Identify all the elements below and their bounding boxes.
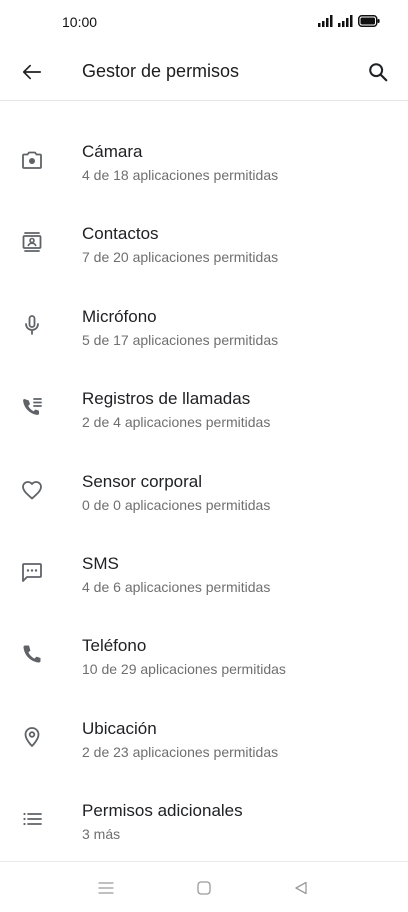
phone-icon [20,642,44,666]
camera-icon [20,148,44,172]
permission-item-call-log[interactable]: Registros de llamadas 2 de 4 aplicacione… [0,371,408,453]
permission-title: SMS [82,553,119,573]
permission-title: Permisos adicionales [82,801,243,821]
permission-subtitle: 0 de 0 aplicaciones permitidas [82,496,271,513]
permission-item-location[interactable]: Ubicación 2 de 23 aplicaciones permitida… [0,701,408,783]
permission-list: Cámara 4 de 18 aplicaciones permitidas C… [0,124,408,866]
navigation-bar [0,861,408,912]
nav-back-button[interactable] [291,878,311,898]
home-icon [196,880,212,896]
permission-title: Sensor corporal [82,471,203,491]
permission-item-microphone[interactable]: Micrófono 5 de 17 aplicaciones permitida… [0,289,408,371]
permission-item-contacts[interactable]: Contactos 7 de 20 aplicaciones permitida… [0,206,408,288]
arrow-back-icon [21,61,43,83]
search-button[interactable] [360,54,396,90]
status-icons [318,15,380,27]
permission-item-camera[interactable]: Cámara 4 de 18 aplicaciones permitidas [0,124,408,206]
permission-title: Cámara [82,142,143,161]
status-time: 10:00 [62,14,98,30]
permission-subtitle: 10 de 29 aplicaciones permitidas [82,661,286,678]
permission-item-body-sensor[interactable]: Sensor corporal 0 de 0 aplicaciones perm… [0,454,408,536]
battery-icon [358,15,380,27]
permission-subtitle: 3 más [82,826,121,843]
permission-title: Micrófono [82,306,157,326]
permission-title: Teléfono [82,636,147,656]
permission-subtitle: 4 de 18 aplicaciones permitidas [82,167,279,183]
page-title: Gestor de permisos [82,61,240,81]
permission-subtitle: 4 de 6 aplicaciones permitidas [82,578,271,595]
signal-icon [318,15,334,27]
permission-title: Contactos [82,224,159,244]
microphone-icon [20,313,44,337]
permission-subtitle: 2 de 23 aplicaciones permitidas [82,743,279,760]
permission-title: Ubicación [82,718,157,738]
signal-icon [338,15,354,27]
back-triangle-icon [293,880,309,896]
permission-subtitle: 7 de 20 aplicaciones permitidas [82,249,279,266]
search-icon [367,61,389,83]
home-button[interactable] [194,878,214,898]
status-bar: 10:00 [0,0,408,44]
heart-icon [20,478,44,502]
permission-item-phone[interactable]: Teléfono 10 de 29 aplicaciones permitida… [0,618,408,700]
recents-button[interactable] [96,878,116,898]
location-icon [20,725,44,749]
call-log-icon [20,395,44,419]
app-bar: Gestor de permisos [0,44,408,101]
list-icon [20,807,44,831]
permission-subtitle: 5 de 17 aplicaciones permitidas [82,331,279,348]
menu-icon [97,880,115,896]
permission-title: Registros de llamadas [82,389,251,409]
permission-item-sms[interactable]: SMS 4 de 6 aplicaciones permitidas [0,536,408,618]
back-button[interactable] [14,54,50,90]
sms-icon [20,560,44,584]
permission-item-additional[interactable]: Permisos adicionales 3 más [0,783,408,865]
permission-subtitle: 2 de 4 aplicaciones permitidas [82,414,271,431]
contacts-icon [20,230,44,254]
